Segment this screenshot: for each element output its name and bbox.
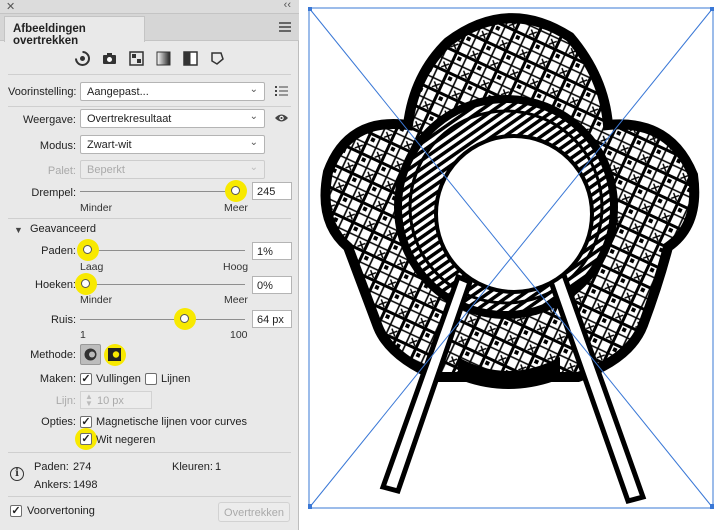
paths-max-label: Hoog <box>223 261 249 273</box>
corners-slider[interactable] <box>80 284 245 285</box>
threshold-slider-thumb[interactable] <box>230 186 240 195</box>
noise-min-label: 1 <box>80 329 86 341</box>
abutting-method-icon <box>84 348 97 361</box>
trace-button[interactable]: Overtrekken <box>218 502 290 522</box>
snap-curves-checkbox[interactable]: ✓ <box>80 416 92 428</box>
eye-icon[interactable] <box>274 113 289 123</box>
selection-handle <box>307 6 312 11</box>
disclosure-triangle-icon[interactable]: ▼ <box>14 225 23 235</box>
chevron-down-icon: ⌄ <box>249 84 258 95</box>
divider <box>8 74 291 75</box>
noise-max-label: 100 <box>230 329 248 341</box>
mode-value: Zwart-wit <box>87 139 132 151</box>
gradient-icon[interactable] <box>155 50 172 67</box>
half-tone-icon[interactable] <box>182 50 199 67</box>
fills-checkbox[interactable]: ✓ <box>80 373 92 385</box>
stroke-field: ▲ ▼ 10 px <box>80 391 152 409</box>
preset-buttons <box>74 50 226 68</box>
paths-value-field[interactable]: 1% <box>252 242 292 260</box>
palette-select: Beperkt ⌄ <box>80 160 265 179</box>
mode-select[interactable]: Zwart-wit ⌄ <box>80 135 265 154</box>
mode-label: Modus: <box>39 140 76 152</box>
info-icon: i <box>10 467 24 481</box>
chevron-down-icon: ⌄ <box>249 137 258 148</box>
noise-label: Ruis: <box>50 314 76 326</box>
canvas-artboard <box>307 6 715 509</box>
palette-icon[interactable] <box>128 50 145 67</box>
strokes-checkbox[interactable] <box>145 373 157 385</box>
traced-image[interactable] <box>307 6 715 509</box>
divider <box>8 496 291 497</box>
view-value: Overtrekresultaat <box>87 113 172 125</box>
chevron-down-icon: ⌄ <box>249 162 258 173</box>
threshold-value-field[interactable]: 245 <box>252 182 292 200</box>
corners-slider-thumb[interactable] <box>81 279 90 288</box>
divider <box>8 106 291 107</box>
auto-color-icon[interactable] <box>74 50 91 67</box>
strokes-label: Lijnen <box>161 373 191 385</box>
options-label: Opties: <box>41 416 76 428</box>
overlapping-method-icon <box>108 348 121 361</box>
preset-list-icon[interactable] <box>275 85 288 97</box>
stats-colors-label: Kleuren: <box>172 461 213 473</box>
stats-paths-value: 274 <box>73 461 92 473</box>
preset-label: Voorinstelling: <box>8 86 77 98</box>
collapse-icon[interactable]: ‹‹ <box>284 0 291 11</box>
preview-label: Voorvertoning <box>27 505 95 517</box>
method-label: Methode: <box>30 349 76 361</box>
paths-slider[interactable] <box>80 250 245 251</box>
paths-min-label: Laag <box>80 261 104 273</box>
threshold-max-label: Meer <box>224 202 248 214</box>
ignore-white-checkbox[interactable]: ✓ <box>80 433 92 445</box>
create-label: Maken: <box>39 373 76 385</box>
method-overlapping-button[interactable] <box>106 346 123 363</box>
advanced-section-label[interactable]: Geavanceerd <box>30 223 96 235</box>
shape-outline-icon[interactable] <box>209 50 226 67</box>
selection-handle <box>307 504 312 509</box>
noise-slider[interactable] <box>80 319 245 320</box>
selection-handle <box>710 504 715 509</box>
stroke-value: 10 px <box>97 395 124 407</box>
palette-value: Beperkt <box>87 164 125 176</box>
corners-max-label: Meer <box>224 294 248 306</box>
noise-value-field[interactable]: 64 px <box>252 310 292 328</box>
panel-titlebar: ✕ ‹‹ <box>0 0 299 14</box>
view-select[interactable]: Overtrekresultaat ⌄ <box>80 109 265 128</box>
snap-curves-label: Magnetische lijnen voor curves <box>96 416 248 428</box>
view-label: Weergave: <box>23 114 76 126</box>
paths-label: Paden: <box>41 245 76 257</box>
preset-select[interactable]: Aangepast... ⌄ <box>80 82 265 101</box>
threshold-min-label: Minder <box>80 202 113 214</box>
preset-value: Aangepast... <box>87 86 149 98</box>
fills-label: Vullingen <box>96 373 141 385</box>
corners-min-label: Minder <box>80 294 113 306</box>
stats-anchors-value: 1498 <box>73 479 98 491</box>
threshold-slider[interactable] <box>80 191 245 192</box>
corners-label: Hoeken: <box>35 279 76 291</box>
panel-tabbar: Afbeeldingen overtrekken <box>0 14 299 47</box>
selection-handle <box>710 6 715 11</box>
tab-image-trace[interactable]: Afbeeldingen overtrekken <box>4 16 145 47</box>
close-icon[interactable]: ✕ <box>6 0 15 13</box>
chair-hole <box>434 134 594 294</box>
method-abutting-button[interactable] <box>80 344 101 365</box>
camera-icon[interactable] <box>101 50 118 67</box>
image-trace-panel: ✕ ‹‹ Afbeeldingen overtrekken Voorinstel… <box>0 0 299 530</box>
stats-paths-label: Paden: <box>34 461 69 473</box>
ignore-white-label: Wit negeren <box>96 434 156 446</box>
stats-colors-value: 1 <box>215 461 222 473</box>
preview-checkbox[interactable]: ✓ <box>10 505 22 517</box>
stepper-icon: ▲ ▼ <box>85 392 93 408</box>
stroke-label: Lijn: <box>55 395 76 407</box>
divider <box>8 218 291 219</box>
paths-slider-thumb[interactable] <box>82 245 92 254</box>
chevron-down-icon: ⌄ <box>249 111 258 122</box>
divider <box>8 452 291 453</box>
palette-label: Palet: <box>47 165 76 177</box>
corners-value-field[interactable]: 0% <box>252 276 292 294</box>
threshold-label: Drempel: <box>31 187 76 199</box>
panel-menu-icon[interactable] <box>279 22 291 32</box>
stats-anchors-label: Ankers: <box>34 479 72 491</box>
